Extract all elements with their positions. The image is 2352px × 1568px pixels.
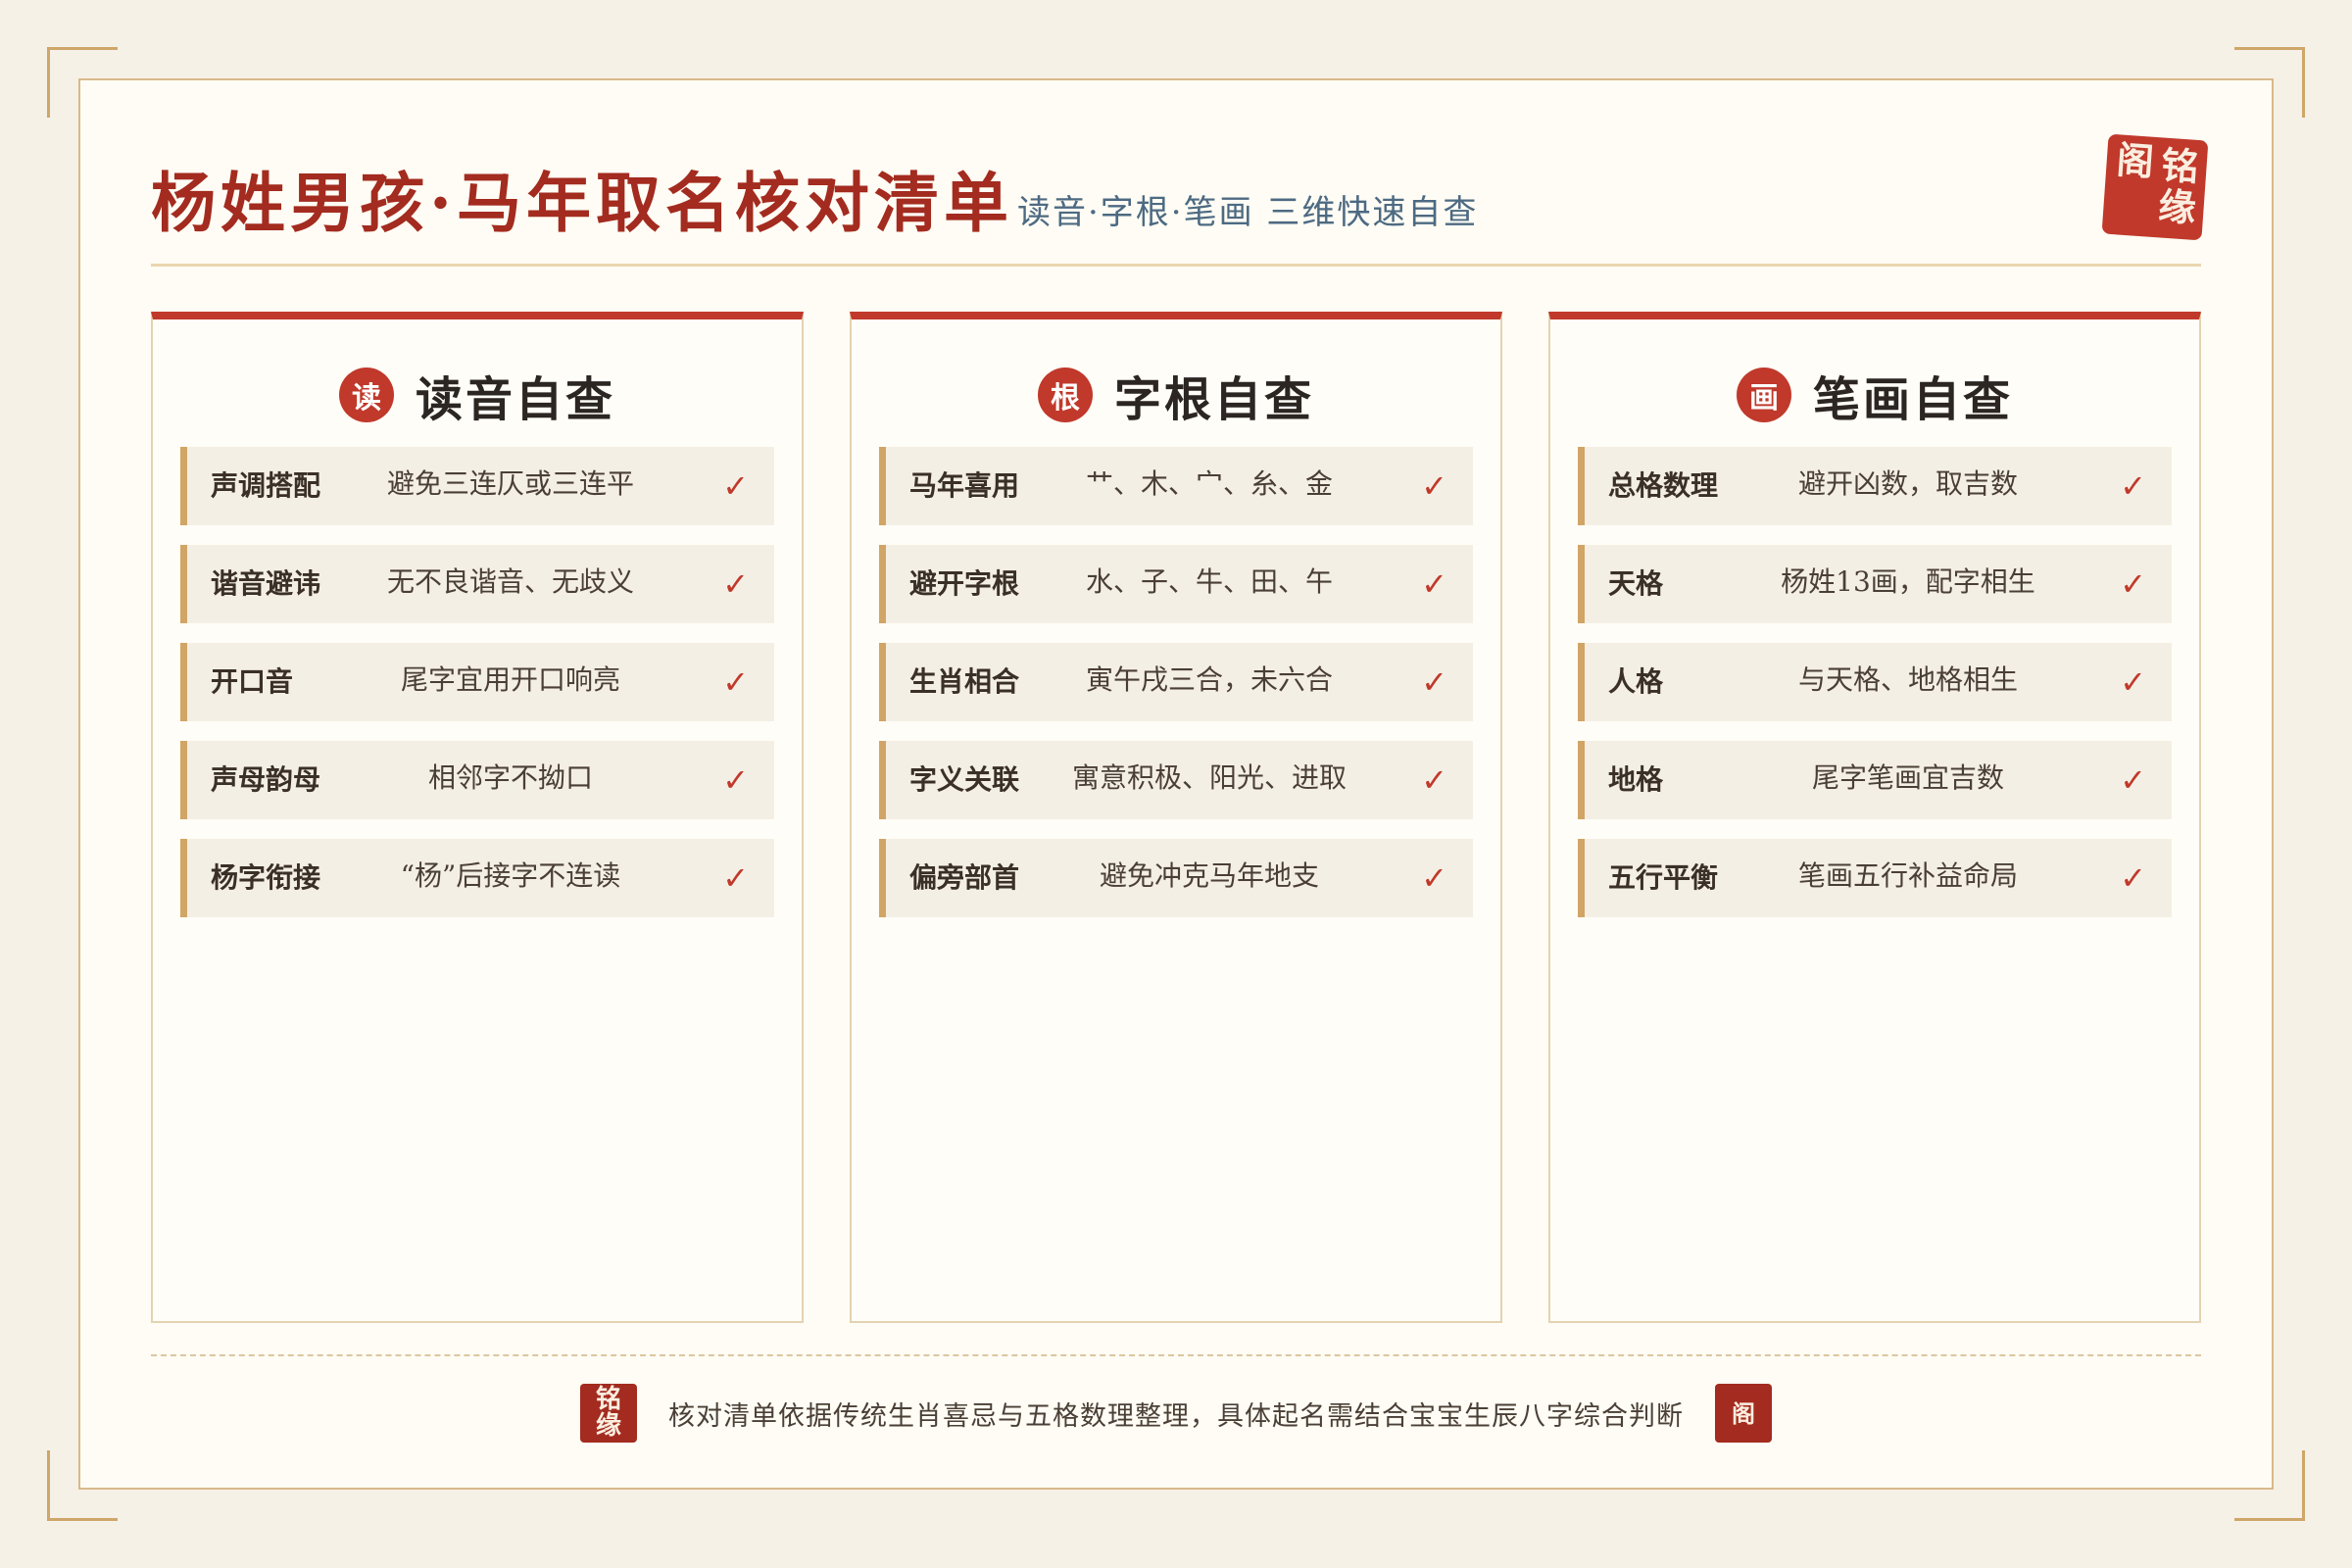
seal-char: 铭 [595,1385,621,1414]
header: 杨姓男孩·马年取名核对清单 读音·字根·笔画 三维快速自查 铭 缘 阁 [151,133,2209,267]
row-value: 无不良谐音、无歧义 [386,565,634,598]
card-badge: 读 [338,368,394,422]
check-icon: ✓ [2120,663,2146,701]
check-icon: ✓ [722,565,749,603]
row-value: 艹、木、宀、糸、金 [1085,467,1333,500]
page-title: 杨姓男孩·马年取名核对清单 [151,165,1013,241]
card-pronunciation: 读 读音自查 声调搭配 避免三连仄或三连平 ✓ 谐音避讳 无不良谐音、无歧义 ✓… [151,312,804,1323]
check-row: 谐音避讳 无不良谐音、无歧义 ✓ [180,545,774,623]
check-row: 声母韵母 相邻字不拗口 ✓ [180,741,774,819]
card-title: 笔画自查 [1812,372,2013,427]
seal-char: 缘 [595,1411,621,1441]
check-icon: ✓ [722,859,749,897]
row-label: 生肖相合 [909,665,1020,698]
card-header: 根 字根自查 [852,361,1500,429]
card-header: 画 笔画自查 [1550,361,2199,429]
check-icon: ✓ [1421,467,1447,505]
row-label: 杨字衔接 [211,861,321,894]
row-value: 避免冲克马年地支 [1099,859,1319,892]
row-label: 避开字根 [909,567,1020,600]
row-label: 天格 [1608,567,1664,600]
checklist-cards: 读 读音自查 声调搭配 避免三连仄或三连平 ✓ 谐音避讳 无不良谐音、无歧义 ✓… [151,312,2201,1323]
card-title: 字根自查 [1113,372,1314,427]
check-icon: ✓ [1421,663,1447,701]
seal-stamp: 铭 缘 阁 [2101,133,2209,241]
row-value: 相邻字不拗口 [427,761,593,794]
check-row: 杨字衔接 “杨”后接字不连读 ✓ [180,839,774,917]
check-row: 总格数理 避开凶数，取吉数 ✓ [1578,447,2172,525]
check-icon: ✓ [2120,565,2146,603]
check-row: 五行平衡 笔画五行补益命局 ✓ [1578,839,2172,917]
check-icon: ✓ [1421,565,1447,603]
check-row: 马年喜用 艹、木、宀、糸、金 ✓ [879,447,1473,525]
row-label: 字义关联 [909,763,1020,796]
card-title: 读音自查 [415,372,615,427]
page-frame: 杨姓男孩·马年取名核对清单 读音·字根·笔画 三维快速自查 铭 缘 阁 读 读音… [78,78,2274,1490]
check-row: 偏旁部首 避免冲克马年地支 ✓ [879,839,1473,917]
card-badge: 画 [1736,368,1791,422]
check-row: 人格 与天格、地格相生 ✓ [1578,643,2172,721]
seal-char: 阁 [2115,137,2156,184]
check-icon: ✓ [722,467,749,505]
row-value: 尾字笔画宜吉数 [1811,761,2004,794]
card-strokes: 画 笔画自查 总格数理 避开凶数，取吉数 ✓ 天格 杨姓13画，配字相生 ✓ 人… [1548,312,2201,1323]
row-value: 与天格、地格相生 [1797,663,2018,696]
row-value: 杨姓13画，配字相生 [1781,565,2035,598]
check-row: 天格 杨姓13画，配字相生 ✓ [1578,545,2172,623]
check-row: 生肖相合 寅午戌三合，未六合 ✓ [879,643,1473,721]
row-value: 寅午戌三合，未六合 [1085,663,1333,696]
row-value: “杨”后接字不连读 [400,859,621,892]
row-label: 声调搭配 [211,469,321,502]
row-label: 开口音 [211,665,294,698]
check-row: 声调搭配 避免三连仄或三连平 ✓ [180,447,774,525]
row-label: 五行平衡 [1608,861,1719,894]
row-label: 人格 [1608,665,1664,698]
check-row: 地格 尾字笔画宜吉数 ✓ [1578,741,2172,819]
row-value: 避开凶数，取吉数 [1797,467,2018,500]
footer-note: 核对清单依据传统生肖喜忌与五格数理整理，具体起名需结合宝宝生辰八字综合判断 [668,1400,1684,1432]
seal-char: 铭 [2160,142,2201,190]
seal-char: 缘 [2157,183,2198,230]
row-label: 偏旁部首 [909,861,1020,894]
row-label: 马年喜用 [909,469,1020,502]
check-icon: ✓ [722,761,749,799]
row-value: 尾字宜用开口响亮 [400,663,620,696]
check-icon: ✓ [1421,859,1447,897]
seal-char: 阁 [1732,1398,1755,1428]
row-label: 谐音避讳 [211,567,321,600]
row-value: 笔画五行补益命局 [1797,859,2018,892]
row-value: 水、子、牛、田、午 [1085,565,1333,598]
check-icon: ✓ [2120,467,2146,505]
card-badge: 根 [1037,368,1093,422]
row-value: 避免三连仄或三连平 [386,467,634,500]
page-subtitle: 读音·字根·笔画 三维快速自查 [1017,193,1479,232]
footer: 铭 缘 核对清单依据传统生肖喜忌与五格数理整理，具体起名需结合宝宝生辰八字综合判… [80,1382,2272,1445]
card-header: 读 读音自查 [153,361,802,429]
row-value: 寓意积极、阳光、进取 [1071,761,1347,794]
footer-seal-left: 铭 缘 [580,1384,637,1443]
footer-seal-right: 阁 [1715,1384,1772,1443]
row-label: 声母韵母 [211,763,321,796]
check-row: 开口音 尾字宜用开口响亮 ✓ [180,643,774,721]
row-label: 地格 [1608,763,1664,796]
check-row: 字义关联 寓意积极、阳光、进取 ✓ [879,741,1473,819]
check-icon: ✓ [2120,761,2146,799]
check-icon: ✓ [722,663,749,701]
row-label: 总格数理 [1608,469,1719,502]
check-icon: ✓ [1421,761,1447,799]
card-radicals: 根 字根自查 马年喜用 艹、木、宀、糸、金 ✓ 避开字根 水、子、牛、田、午 ✓… [850,312,1502,1323]
footer-divider [151,1354,2201,1356]
check-icon: ✓ [2120,859,2146,897]
check-row: 避开字根 水、子、牛、田、午 ✓ [879,545,1473,623]
